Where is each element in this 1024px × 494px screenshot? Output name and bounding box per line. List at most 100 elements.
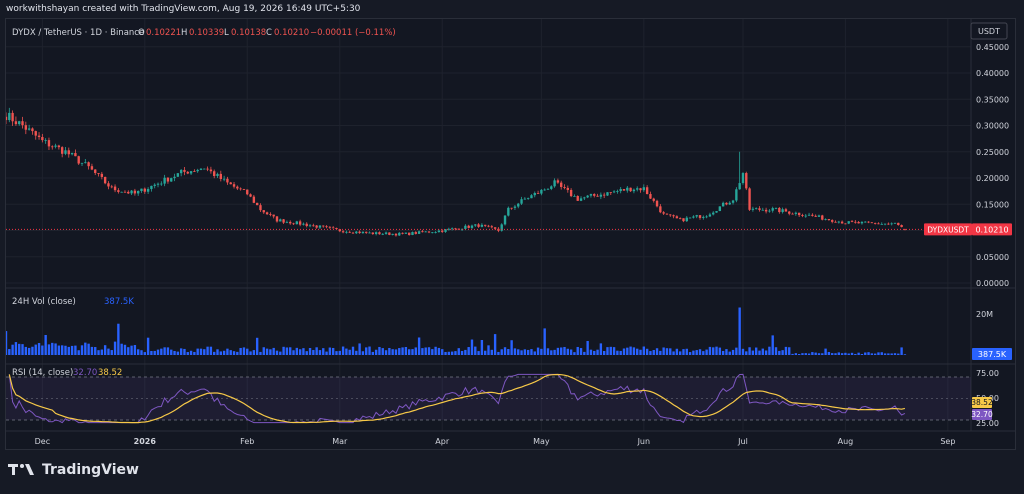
candle-body xyxy=(602,194,606,196)
candle-body xyxy=(186,171,189,174)
volume-bar xyxy=(348,349,351,355)
volume-bar xyxy=(490,349,493,355)
volume-bar xyxy=(308,347,312,355)
candle-body xyxy=(285,221,289,223)
candle-body xyxy=(170,178,173,182)
volume-bar xyxy=(854,353,857,355)
volume-bar xyxy=(619,350,622,355)
candle-body xyxy=(298,221,302,225)
volume-bar xyxy=(123,344,127,355)
volume-bar xyxy=(11,344,14,355)
volume-bar xyxy=(454,351,457,355)
candle-body xyxy=(636,188,639,190)
candle-body xyxy=(493,227,497,229)
candle-body xyxy=(127,191,130,194)
candle-body xyxy=(318,225,322,228)
volume-bar xyxy=(758,350,761,355)
time-axis[interactable]: Dec 2026 Feb Mar Apr May Jun Jul Aug Sep xyxy=(35,437,956,446)
candle-body xyxy=(698,215,702,218)
candle-body xyxy=(391,233,394,235)
volume-bar xyxy=(612,347,616,355)
volume-bar xyxy=(160,348,163,355)
volume-bar xyxy=(702,351,705,355)
candle-body xyxy=(255,202,259,206)
price-axis[interactable]: 0.45000 0.40000 0.35000 0.30000 0.25000 0.200… xyxy=(976,43,1009,288)
volume-bar xyxy=(470,339,474,355)
volume-bar xyxy=(444,351,447,355)
candle-body xyxy=(371,232,375,235)
ohlc-c-label: C xyxy=(266,28,272,38)
candle-body xyxy=(490,226,493,228)
volume-bar xyxy=(331,347,335,355)
candle-body xyxy=(130,190,133,194)
candle-body xyxy=(754,208,758,210)
symbol-title: DYDX / TetherUS · 1D · Binance xyxy=(12,28,144,38)
volume-bar xyxy=(797,353,801,355)
volume-bar xyxy=(827,352,831,355)
volume-bar xyxy=(239,347,242,355)
volume-bar xyxy=(817,353,821,355)
candle-body xyxy=(883,223,887,225)
candle-body xyxy=(388,232,391,235)
volume-bar xyxy=(864,352,867,355)
volume-bar xyxy=(893,353,897,355)
candle-body xyxy=(665,213,669,215)
volume-bar xyxy=(626,347,629,355)
volume-bar xyxy=(487,345,490,355)
volume-bar xyxy=(414,347,417,355)
candle-body xyxy=(341,231,345,233)
volume-bar xyxy=(189,350,193,355)
volume-bar xyxy=(262,347,265,355)
volume-bar xyxy=(398,348,401,355)
candle-body xyxy=(213,171,216,176)
volume-bar xyxy=(259,351,262,355)
volume-bar xyxy=(622,348,626,355)
volume-bar xyxy=(781,350,784,355)
candle-body xyxy=(160,183,163,185)
candle-body xyxy=(768,210,771,212)
candle-body xyxy=(639,188,642,191)
volume-bar xyxy=(213,351,216,355)
chart-svg[interactable]: DYDX / TetherUS · 1D · Binance O 0.10221… xyxy=(4,19,1015,449)
tradingview-logo-icon xyxy=(8,464,34,475)
volume-bar xyxy=(484,350,487,355)
candle-body xyxy=(655,200,659,207)
candle-body xyxy=(209,169,213,172)
volume-bar xyxy=(688,352,692,355)
volume-bar xyxy=(27,347,31,355)
volume-bar xyxy=(170,349,173,355)
volume-bar xyxy=(804,353,807,355)
volume-bar xyxy=(107,348,110,355)
volume-bar xyxy=(417,337,421,355)
volume-bar xyxy=(566,348,570,355)
candle-body xyxy=(870,222,874,224)
chart-frame[interactable]: DYDX / TetherUS · 1D · Binance O 0.10221… xyxy=(4,18,1016,450)
candle-body xyxy=(560,182,563,187)
volume-bar xyxy=(748,347,751,355)
candle-body xyxy=(414,232,417,234)
volume-bar xyxy=(675,348,679,355)
volume-bar xyxy=(768,346,771,355)
volume-bar xyxy=(725,349,728,355)
volume-bar xyxy=(520,350,523,355)
candle-body xyxy=(361,231,365,234)
candle-body xyxy=(401,232,404,234)
candle-body xyxy=(84,162,87,164)
candle-body xyxy=(470,225,474,228)
currency-button[interactable]: USDT xyxy=(970,22,1008,40)
volume-bar xyxy=(523,349,527,355)
candle-body xyxy=(437,230,441,233)
candle-body xyxy=(784,209,788,212)
volume-bar xyxy=(183,348,186,355)
volume-bar xyxy=(176,351,180,355)
volume-bar xyxy=(34,344,37,355)
candle-body xyxy=(840,221,844,224)
candle-body xyxy=(87,162,90,167)
candle-body xyxy=(702,216,705,218)
candle-body xyxy=(173,176,176,179)
volume-bar xyxy=(358,343,361,355)
candle-body xyxy=(864,221,867,223)
candle-body xyxy=(282,219,285,223)
candle-body xyxy=(163,177,166,184)
candle-body xyxy=(616,191,619,192)
